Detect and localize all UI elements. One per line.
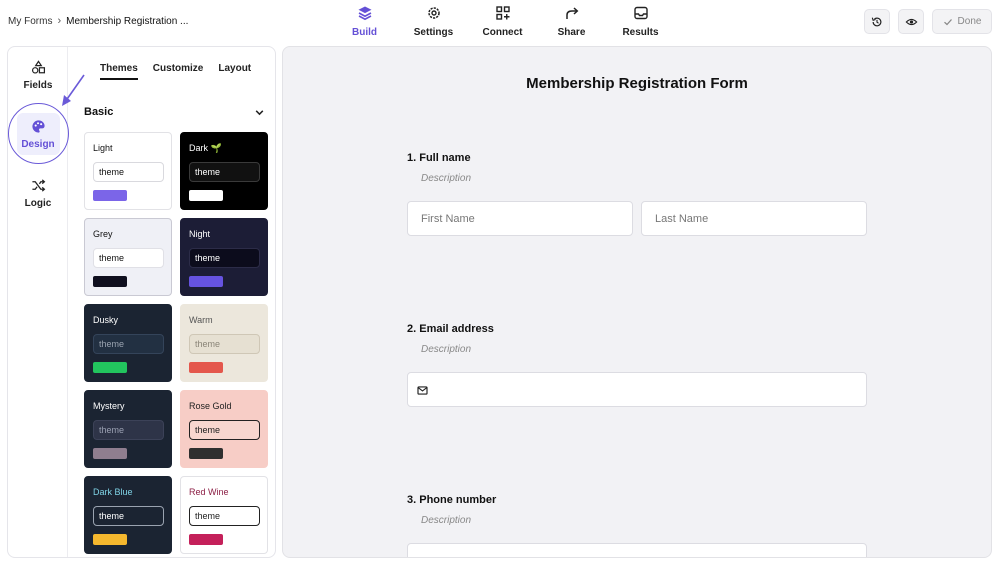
layers-icon [358,6,371,21]
theme-card[interactable]: Light theme [84,132,172,210]
theme-name: Dark 🌱 [189,143,222,153]
tab-share[interactable]: Share [537,5,606,38]
theme-sample-input: theme [93,334,164,354]
theme-card[interactable]: Warm theme [180,304,268,382]
form-preview: Membership Registration Form 1. Full nam… [282,46,992,558]
phone-icon [417,557,428,558]
theme-card[interactable]: Dark Blue theme [84,476,172,554]
chevron-down-icon[interactable] [254,107,265,118]
question-description[interactable]: Description [421,173,471,184]
theme-sample-input: theme [93,162,164,182]
history-button[interactable] [864,9,890,34]
mail-icon [417,386,428,395]
rail-logic-label: Logic [24,198,52,209]
theme-name: Light [93,143,113,153]
tab-results[interactable]: Results [606,5,675,38]
history-icon [871,17,882,26]
theme-sample-input: theme [93,248,164,268]
rail-item-logic[interactable]: Logic [8,178,68,209]
theme-swatch [93,190,127,201]
theme-swatch [93,448,127,459]
done-button[interactable]: Done [932,9,992,34]
theme-name: Red Wine [189,487,229,497]
tab-build[interactable]: Build [330,5,399,38]
subtab-customize[interactable]: Customize [153,63,204,80]
question-label[interactable]: 2. Email address [407,323,494,335]
side-rail: Fields Design Logic [8,47,69,557]
connect-grid-icon [495,6,510,20]
breadcrumb-separator: › [57,15,62,27]
theme-sample-input: theme [189,420,260,440]
theme-card[interactable]: Mystery theme [84,390,172,468]
design-panel: Fields Design Logic Themes Customize Lay… [7,46,276,558]
done-label: Done [957,16,982,27]
design-subtabs: Themes Customize Layout [100,63,251,80]
preview-button[interactable] [898,9,924,34]
theme-card[interactable]: Dusky theme [84,304,172,382]
theme-card[interactable]: Red Wine theme [180,476,268,554]
shuffle-icon [31,179,45,192]
theme-sample-input: theme [93,506,164,526]
theme-card[interactable]: Grey theme [84,218,172,296]
tab-settings-label: Settings [413,27,454,38]
theme-swatch [93,362,127,373]
tab-settings[interactable]: Settings [399,5,468,38]
theme-card[interactable]: Dark 🌱 theme [180,132,268,210]
question-description[interactable]: Description [421,344,471,355]
theme-sample-input: theme [93,420,164,440]
email-field[interactable] [407,372,867,407]
phone-field[interactable] [407,543,867,558]
shapes-icon [31,60,45,74]
theme-swatch [189,534,223,545]
pointer-arrow-icon [62,74,85,106]
tab-share-label: Share [557,27,586,38]
theme-name: Night [189,229,211,239]
share-arrow-icon [565,7,578,19]
theme-card[interactable]: Night theme [180,218,268,296]
eye-icon [905,18,917,25]
subtab-layout[interactable]: Layout [218,63,251,80]
check-icon [943,18,952,25]
top-bar: My Forms › Membership Registration ... B… [0,0,1000,44]
question-label[interactable]: 3. Phone number [407,494,496,506]
gear-icon [427,7,440,19]
theme-card[interactable]: Rose Gold theme [180,390,268,468]
toolbar-right: Done [864,9,992,34]
theme-sample-input: theme [189,162,260,182]
design-highlight-circle [8,103,69,164]
rail-fields-label: Fields [23,80,53,91]
theme-sample-input: theme [189,506,260,526]
theme-sample-input: theme [189,248,260,268]
inbox-icon [633,6,648,20]
theme-name: Grey [93,229,113,239]
theme-name: Dark Blue [93,487,133,497]
theme-swatch [93,276,127,287]
breadcrumb: My Forms › Membership Registration ... [8,15,188,27]
first-name-field[interactable]: First Name [407,201,633,236]
tab-results-label: Results [622,27,659,38]
main-nav: Build Settings Connect Share Results [330,5,675,38]
question-label[interactable]: 1. Full name [407,152,471,164]
subtab-themes[interactable]: Themes [100,63,138,80]
theme-name: Dusky [93,315,119,325]
question-description[interactable]: Description [421,515,471,526]
tab-connect-label: Connect [482,27,523,38]
tab-build-label: Build [352,27,377,38]
theme-swatch [189,362,223,373]
theme-swatch [189,190,223,201]
theme-swatch [189,276,223,287]
theme-name: Rose Gold [189,401,232,411]
breadcrumb-root-link[interactable]: My Forms [8,16,52,27]
tab-connect[interactable]: Connect [468,5,537,38]
theme-swatch [189,448,223,459]
breadcrumb-current: Membership Registration ... [66,15,189,27]
form-title[interactable]: Membership Registration Form [283,75,991,92]
themes-section-title: Basic [84,106,114,118]
theme-swatch [93,534,127,545]
last-name-field[interactable]: Last Name [641,201,867,236]
theme-name: Mystery [93,401,125,411]
theme-sample-input: theme [189,334,260,354]
theme-name: Warm [189,315,213,325]
